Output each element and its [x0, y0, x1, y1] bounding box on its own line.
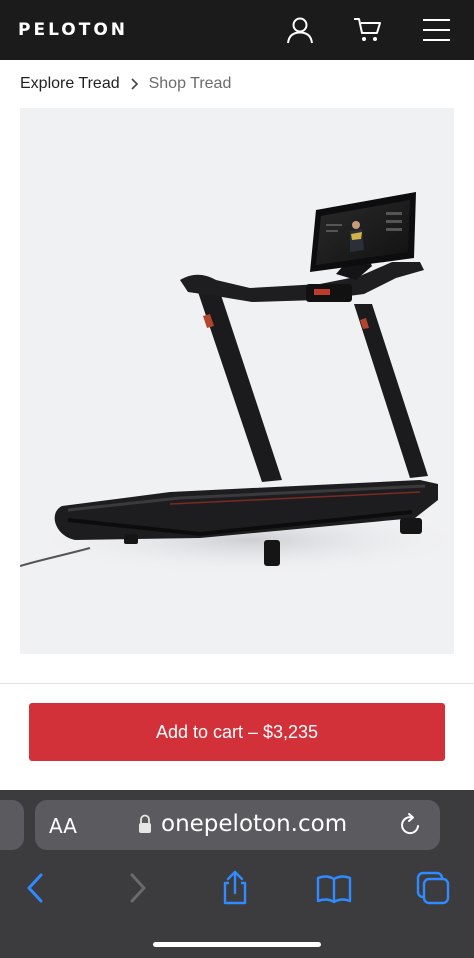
divider [0, 683, 474, 684]
peloton-logo[interactable]: PELOTON [18, 20, 128, 40]
cart-icon[interactable] [352, 14, 384, 46]
home-indicator[interactable] [153, 942, 321, 947]
share-icon[interactable] [217, 870, 253, 906]
add-to-cart-button[interactable]: Add to cart – $3,235 [29, 703, 445, 761]
back-icon[interactable] [18, 870, 54, 906]
breadcrumb-explore-tread[interactable]: Explore Tread [20, 75, 120, 93]
forward-icon [119, 870, 155, 906]
product-image-panel[interactable] [20, 108, 454, 654]
lock-icon [138, 814, 152, 834]
reload-icon[interactable] [397, 812, 423, 838]
previous-tab-preview[interactable] [0, 800, 24, 850]
text-size-button[interactable]: AA [49, 814, 77, 838]
site-header: PELOTON [0, 0, 474, 60]
breadcrumb: Explore Tread Shop Tread [20, 74, 231, 94]
account-icon[interactable] [284, 14, 316, 46]
browser-bottom-bar: AA onepeloton.com [0, 790, 474, 958]
bookmarks-icon[interactable] [316, 870, 352, 906]
tabs-icon[interactable] [415, 870, 451, 906]
chevron-right-icon [130, 77, 140, 91]
address-bar[interactable]: AA onepeloton.com [35, 800, 440, 850]
treadmill-image [20, 192, 454, 576]
url-text[interactable]: onepeloton.com [161, 811, 347, 837]
menu-icon[interactable] [420, 14, 452, 46]
breadcrumb-shop-tread: Shop Tread [148, 75, 232, 92]
